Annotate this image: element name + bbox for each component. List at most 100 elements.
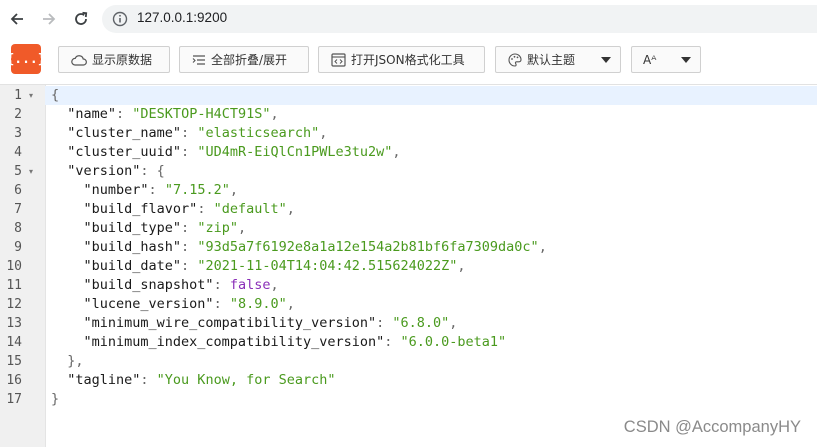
code-token: ,: [449, 315, 458, 331]
line-number: 15: [6, 354, 22, 369]
code-token: false: [229, 277, 271, 293]
code-token: "2021-11-04T14:04:42.515624022Z": [197, 258, 458, 274]
code-token: ,: [538, 239, 547, 255]
code-line: },: [51, 352, 84, 371]
code-window-icon: [331, 52, 346, 67]
code-token: "DESKTOP-H4CT91S": [132, 106, 271, 122]
fold-icon: [192, 54, 206, 66]
forward-button[interactable]: [37, 7, 61, 31]
line-number: 1: [14, 88, 22, 103]
open-json-tool-button[interactable]: 打开JSON格式化工具: [318, 46, 485, 73]
code-token: ,: [286, 296, 295, 312]
line-number: 8: [14, 221, 22, 236]
code-token: "minimum_wire_compatibility_version": [51, 315, 377, 331]
code-token: "version": [51, 163, 141, 179]
code-line: "tagline": "You Know, for Search": [51, 371, 335, 390]
code-token: "UD4mR-EiQlCn1PWLe3tu2w": [197, 144, 393, 160]
code-token: "7.15.2": [164, 182, 230, 198]
code-token: ,: [286, 201, 295, 217]
code-token: },: [51, 353, 84, 369]
code-token: "default": [213, 201, 287, 217]
code-token: {: [51, 87, 60, 103]
code-token: :: [140, 372, 157, 388]
code-token: :: [148, 182, 165, 198]
code-token: "elasticsearch": [197, 125, 320, 141]
line-number: 16: [6, 373, 22, 388]
font-size-icon: Aᴬ: [643, 52, 657, 67]
extension-logo: {...}: [6, 44, 46, 74]
address-bar[interactable]: 127.0.0.1:9200: [102, 5, 817, 33]
back-button[interactable]: [5, 7, 29, 31]
chevron-down-icon: [601, 57, 611, 63]
code-token: :: [181, 220, 198, 236]
code-token: "zip": [197, 220, 238, 236]
fold-all-button[interactable]: 全部折叠/展开: [179, 46, 309, 73]
fold-toggle-icon[interactable]: ▾: [29, 86, 37, 105]
code-line: "lucene_version": "8.9.0",: [51, 295, 295, 314]
code-token: "build_type": [51, 220, 182, 236]
code-line: "cluster_name": "elasticsearch",: [51, 124, 327, 143]
code-line: {: [51, 86, 59, 105]
arrow-left-icon: [10, 13, 23, 25]
code-token: ,: [392, 144, 401, 160]
code-token: "You Know, for Search": [156, 372, 336, 388]
watermark: CSDN @AccompanyHY: [623, 418, 801, 436]
fold-all-label: 全部折叠/展开: [211, 53, 288, 67]
code-token: ,: [270, 277, 279, 293]
active-line-highlight: [45, 86, 817, 105]
code-token: :: [181, 258, 198, 274]
theme-select[interactable]: 默认主题: [495, 46, 621, 73]
browser-toolbar: 127.0.0.1:9200: [0, 0, 817, 39]
line-number: 3: [14, 126, 22, 141]
code-token: :: [213, 296, 230, 312]
code-line: "build_date": "2021-11-04T14:04:42.51562…: [51, 257, 466, 276]
code-token: "build_hash": [51, 239, 182, 255]
line-number: 13: [6, 316, 22, 331]
info-icon[interactable]: [112, 11, 128, 27]
show-raw-label: 显示原数据: [92, 53, 153, 67]
code-line: "minimum_wire_compatibility_version": "6…: [51, 314, 458, 333]
reload-button[interactable]: [69, 7, 93, 31]
code-token: : {: [140, 163, 165, 179]
line-number: 6: [14, 183, 22, 198]
code-token: "lucene_version": [51, 296, 214, 312]
code-token: ,: [270, 106, 279, 122]
line-number: 10: [6, 259, 22, 274]
code-token: ,: [457, 258, 466, 274]
code-token: :: [181, 144, 198, 160]
line-number: 7: [14, 202, 22, 217]
code-token: "6.0.0-beta1": [400, 334, 507, 350]
url-text: 127.0.0.1:9200: [137, 10, 228, 25]
font-size-select[interactable]: Aᴬ: [631, 46, 701, 73]
code-line: "minimum_index_compatibility_version": "…: [51, 333, 507, 352]
code-line: "build_hash": "93d5a7f6192e8a1a12e154a2b…: [51, 238, 547, 257]
line-number: 5: [14, 164, 22, 179]
code-token: "build_flavor": [51, 201, 198, 217]
code-token: :: [197, 201, 214, 217]
arrow-right-icon: [43, 13, 56, 25]
code-line: "build_snapshot": false,: [51, 276, 279, 295]
code-token: ,: [319, 125, 328, 141]
chevron-down-icon: [681, 57, 691, 63]
code-token: "tagline": [51, 372, 141, 388]
show-raw-button[interactable]: 显示原数据: [58, 46, 170, 73]
code-token: "6.8.0": [392, 315, 450, 331]
code-token: :: [181, 125, 198, 141]
code-token: "8.9.0": [229, 296, 287, 312]
code-token: :: [376, 315, 393, 331]
code-token: "build_snapshot": [51, 277, 214, 293]
fold-toggle-icon[interactable]: ▾: [29, 162, 37, 181]
code-token: "cluster_name": [51, 125, 182, 141]
code-line: }: [51, 390, 59, 409]
code-token: "build_date": [51, 258, 182, 274]
cloud-icon: [71, 54, 87, 66]
reload-icon: [75, 11, 88, 25]
line-number: 4: [14, 145, 22, 160]
line-number: 12: [6, 297, 22, 312]
code-token: :: [116, 106, 133, 122]
code-token: "name": [51, 106, 117, 122]
code-token: :: [213, 277, 230, 293]
code-token: "number": [51, 182, 149, 198]
line-number: 2: [14, 107, 22, 122]
code-line: "build_flavor": "default",: [51, 200, 295, 219]
